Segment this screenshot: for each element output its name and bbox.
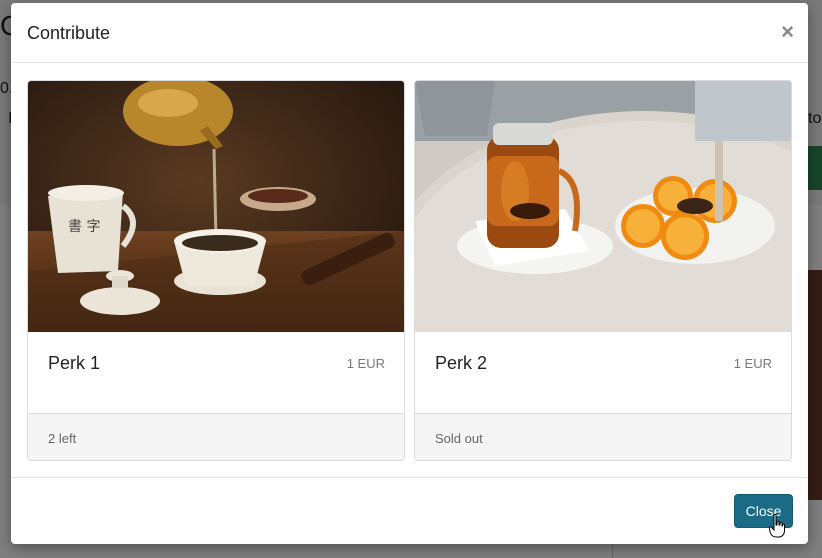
close-icon[interactable]: ×	[781, 19, 794, 45]
tea-pouring-photo: 書 字	[28, 81, 404, 332]
perk-title: Perk 2	[435, 353, 488, 373]
perk-card[interactable]: Perk 2 1 EUR Sold out	[414, 80, 792, 461]
perk-title: Perk 1	[48, 353, 101, 373]
hand-cursor-icon	[769, 514, 785, 538]
svg-text:書 字: 書 字	[68, 219, 100, 235]
perk-card-body: Perk 1 1 EUR	[28, 332, 404, 414]
perk-price: 1 EUR	[346, 356, 385, 371]
modal-footer: Close	[11, 477, 808, 544]
modal-title: Contribute	[27, 23, 111, 43]
perk-card-body: Perk 2 1 EUR	[415, 332, 791, 414]
perk-availability: Sold out	[435, 431, 483, 446]
perk-price: 1 EUR	[733, 356, 772, 371]
contribute-modal: Contribute × 書 字 Perk 1 1 EUR 2 left Per…	[11, 3, 808, 544]
iced-tea-oranges-photo	[415, 81, 791, 332]
perk-availability: 2 left	[48, 431, 77, 446]
modal-header: Contribute ×	[11, 3, 808, 63]
perk-card-footer: 2 left	[28, 414, 404, 460]
perk-card[interactable]: 書 字 Perk 1 1 EUR 2 left	[27, 80, 405, 461]
perk-cards: 書 字 Perk 1 1 EUR 2 left Perk 2 1 EUR Sol…	[27, 80, 793, 461]
perk-card-footer: Sold out	[415, 414, 791, 460]
